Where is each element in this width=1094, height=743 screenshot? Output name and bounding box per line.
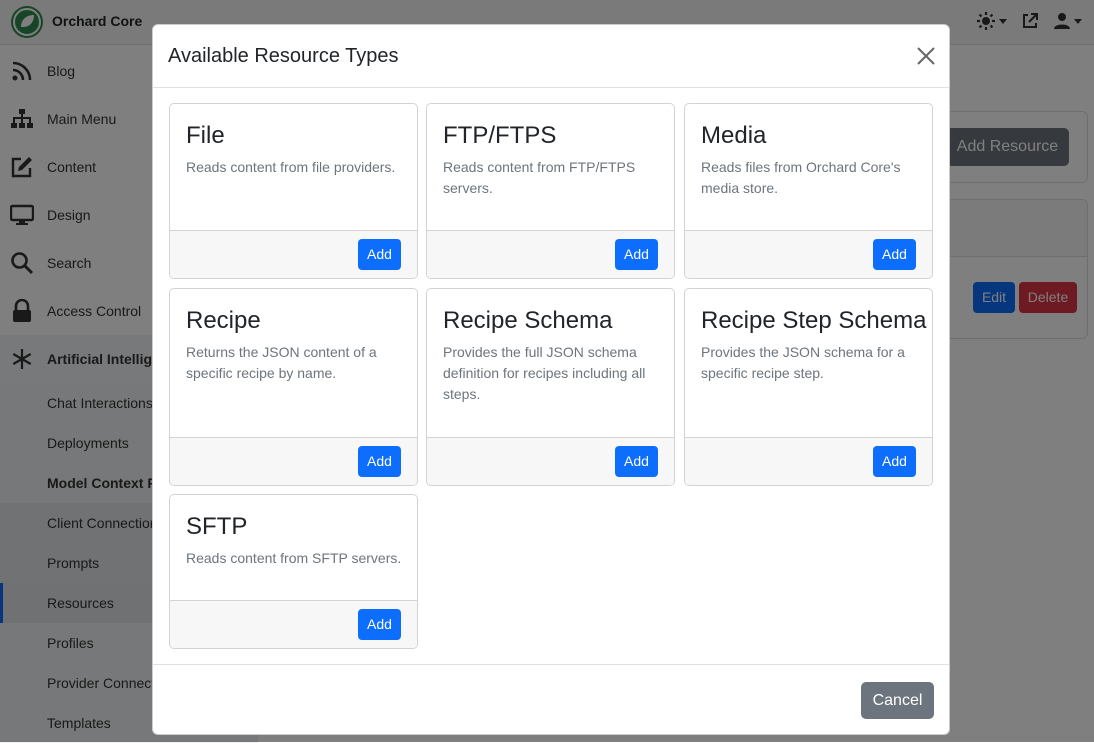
resource-card-recipe-step-schema: Recipe Step Schema Provides the JSON sch… bbox=[684, 288, 933, 486]
card-footer: Add bbox=[685, 230, 932, 278]
add-recipe-step-schema-button[interactable]: Add bbox=[873, 446, 916, 477]
card-footer: Add bbox=[685, 437, 932, 485]
card-title: File bbox=[186, 122, 225, 149]
card-description: Reads content from SFTP servers. bbox=[186, 550, 402, 566]
resource-card-media: Media Reads files from Orchard Core's me… bbox=[684, 103, 933, 279]
card-title: Media bbox=[701, 122, 767, 149]
resource-card-ftp: FTP/FTPS Reads content from FTP/FTPS ser… bbox=[426, 103, 675, 279]
resource-types-modal: Available Resource Types File Reads cont… bbox=[152, 24, 950, 735]
card-description: Returns the JSON content of a specific r… bbox=[186, 344, 377, 381]
add-media-button[interactable]: Add bbox=[873, 239, 916, 270]
add-file-button[interactable]: Add bbox=[358, 239, 401, 270]
modal-footer: Cancel bbox=[153, 664, 949, 735]
resource-card-file: File Reads content from file providers. … bbox=[169, 103, 418, 279]
card-description: Provides the JSON schema for a specific … bbox=[701, 344, 905, 381]
close-icon[interactable] bbox=[915, 45, 937, 67]
card-footer: Add bbox=[427, 437, 674, 485]
card-title: Recipe bbox=[186, 307, 261, 334]
card-description: Provides the full JSON schema definition… bbox=[443, 344, 646, 402]
resource-card-sftp: SFTP Reads content from SFTP servers. Ad… bbox=[169, 494, 418, 649]
resource-card-recipe: Recipe Returns the JSON content of a spe… bbox=[169, 288, 418, 486]
card-footer: Add bbox=[170, 437, 417, 485]
card-description: Reads content from FTP/FTPS servers. bbox=[443, 159, 636, 196]
add-sftp-button[interactable]: Add bbox=[358, 609, 401, 640]
modal-header: Available Resource Types bbox=[153, 25, 949, 88]
card-footer: Add bbox=[170, 600, 417, 648]
card-title: Recipe Step Schema bbox=[701, 307, 927, 334]
add-recipe-button[interactable]: Add bbox=[358, 446, 401, 477]
cancel-button[interactable]: Cancel bbox=[861, 682, 934, 719]
add-ftp-button[interactable]: Add bbox=[615, 239, 658, 270]
card-title: Recipe Schema bbox=[443, 307, 613, 334]
card-description: Reads content from file providers. bbox=[186, 159, 396, 175]
modal-title: Available Resource Types bbox=[168, 45, 399, 67]
card-description: Reads files from Orchard Core's media st… bbox=[701, 159, 901, 196]
resource-card-recipe-schema: Recipe Schema Provides the full JSON sch… bbox=[426, 288, 675, 486]
card-title: SFTP bbox=[186, 513, 248, 540]
card-footer: Add bbox=[170, 230, 417, 278]
card-footer: Add bbox=[427, 230, 674, 278]
add-recipe-schema-button[interactable]: Add bbox=[615, 446, 658, 477]
card-title: FTP/FTPS bbox=[443, 122, 557, 149]
